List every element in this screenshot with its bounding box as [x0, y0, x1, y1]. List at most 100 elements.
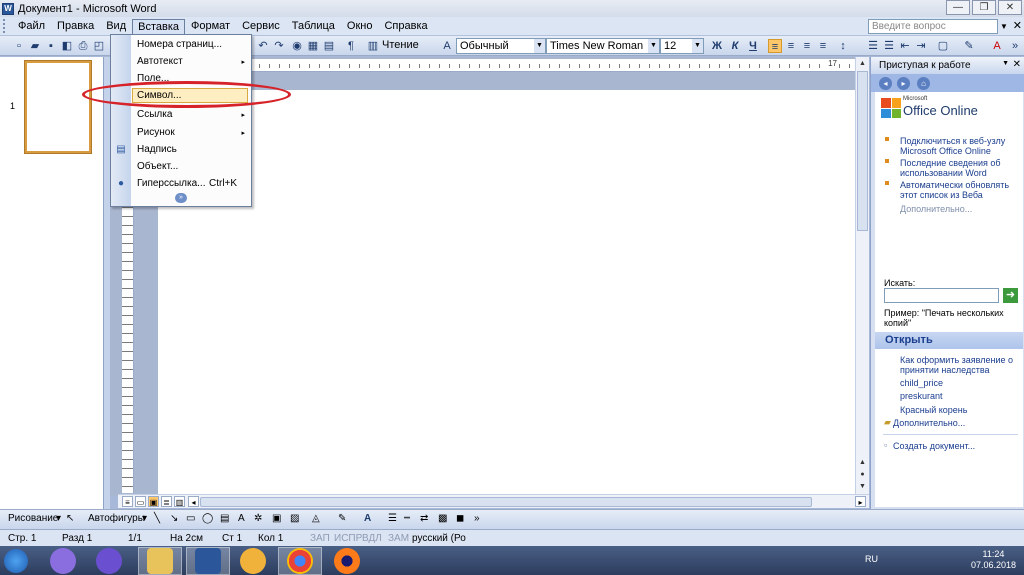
chrome-icon[interactable] [287, 548, 313, 574]
bold-button[interactable]: Ж [710, 39, 724, 53]
menu-help[interactable]: Справка [378, 18, 433, 34]
task-pane-close-icon[interactable]: ✕ [1013, 59, 1021, 70]
drawing-menu-button[interactable]: Рисование [8, 513, 58, 524]
textbox-icon[interactable]: ▤ [220, 513, 229, 524]
close-window-button[interactable]: ✕ [998, 0, 1022, 15]
line-color-icon[interactable]: ✎ [338, 513, 346, 524]
align-left-icon[interactable]: ≡ [768, 39, 782, 53]
menu-item-object[interactable]: Объект... [137, 161, 178, 172]
recent-file-item[interactable]: Красный корень [900, 405, 1015, 415]
reading-button[interactable]: Чтение [382, 39, 419, 51]
highlight-icon[interactable]: ✎ [962, 39, 976, 53]
print-layout-icon[interactable]: ▣ [148, 496, 159, 507]
print-icon[interactable]: ⎙ [76, 39, 90, 53]
numbering-icon[interactable]: ☰ [866, 39, 880, 53]
task-pane-dropdown-icon[interactable]: ▼ [1002, 60, 1009, 67]
status-overtype[interactable]: ЗАМ [388, 533, 409, 544]
menu-tools[interactable]: Сервис [236, 18, 286, 34]
scroll-right-icon[interactable]: ▸ [855, 496, 866, 507]
previous-page-icon[interactable]: ▲ [857, 457, 868, 469]
scroll-up-icon[interactable]: ▲ [857, 58, 868, 70]
line-spacing-icon[interactable]: ↕ [836, 39, 850, 53]
horizontal-scrollbar[interactable]: ≡ ▭ ▣ ≣ ▥ ◂ ▸ [118, 494, 869, 508]
outline-view-icon[interactable]: ≣ [161, 496, 172, 507]
normal-view-icon[interactable]: ≡ [122, 496, 133, 507]
home-icon[interactable]: ⌂ [917, 77, 930, 90]
open-folder-icon[interactable]: ▰ [28, 39, 42, 53]
recent-file-item[interactable]: Как оформить заявление о принятии наслед… [900, 355, 1015, 375]
arrow-style-icon[interactable]: ⇄ [420, 513, 428, 524]
menu-item-textbox[interactable]: Надпись [137, 144, 177, 155]
next-page-icon[interactable]: ▼ [857, 481, 868, 493]
menu-view[interactable]: Вид [100, 18, 132, 34]
restore-button[interactable]: ❐ [972, 0, 996, 15]
oval-icon[interactable]: ◯ [202, 513, 213, 524]
increase-indent-icon[interactable]: ⇥ [914, 39, 928, 53]
menu-format[interactable]: Формат [185, 18, 236, 34]
dash-style-icon[interactable]: ┅ [404, 513, 410, 524]
link-latest-news[interactable]: Последние сведения об использовании Word [885, 158, 1015, 178]
rectangle-icon[interactable]: ▭ [186, 513, 195, 524]
reading-mode-icon[interactable]: ▥ [366, 39, 380, 53]
menu-file[interactable]: Файл [12, 18, 51, 34]
undo-icon[interactable]: ↶ [256, 39, 270, 53]
align-right-icon[interactable]: ≡ [800, 39, 814, 53]
word-taskbar-icon[interactable] [195, 548, 221, 574]
voice-assistant-icon[interactable] [96, 548, 122, 574]
font-color-icon[interactable]: A [990, 39, 1004, 53]
menu-table[interactable]: Таблица [286, 18, 341, 34]
status-track[interactable]: ИСПР [334, 533, 362, 544]
close-document-button[interactable]: ✕ [1013, 19, 1022, 32]
alice-app-icon[interactable] [50, 548, 76, 574]
autoshapes-dropdown-icon[interactable]: ▾ [142, 513, 147, 524]
scroll-left-icon[interactable]: ◂ [188, 496, 199, 507]
redo-icon[interactable]: ↷ [272, 39, 286, 53]
drawbar-options-icon[interactable]: » [474, 513, 480, 524]
show-formatting-icon[interactable]: ¶ [344, 39, 358, 53]
save-icon[interactable]: ▪ [44, 39, 58, 53]
start-button[interactable] [4, 549, 28, 573]
align-center-icon[interactable]: ≡ [784, 39, 798, 53]
fill-color-icon[interactable]: ◬ [312, 513, 320, 524]
font-size-combo[interactable]: 12 ▼ [660, 38, 704, 54]
arrow-icon[interactable]: ↘ [170, 513, 178, 524]
browse-object-icon[interactable]: ● [857, 469, 868, 481]
expand-menu-icon[interactable]: » [175, 193, 187, 203]
status-record[interactable]: ЗАП [310, 533, 330, 544]
preview-icon[interactable]: ◰ [92, 39, 106, 53]
diagram-icon[interactable]: ✲ [254, 513, 262, 524]
new-document-icon[interactable]: ▫ [12, 39, 26, 53]
menu-item-picture[interactable]: Рисунок [137, 127, 175, 138]
status-extend[interactable]: ВДЛ [362, 533, 382, 544]
menu-insert[interactable]: Вставка [132, 18, 186, 34]
borders-icon[interactable]: ▢ [936, 39, 950, 53]
reading-view-icon[interactable]: ▥ [174, 496, 185, 507]
line-icon[interactable]: ╲ [154, 513, 160, 524]
search-go-icon[interactable]: ➜ [1003, 288, 1018, 303]
menu-item-page-numbers[interactable]: Номера страниц... [137, 39, 222, 50]
link-auto-update[interactable]: Автоматически обновлять этот список из В… [885, 180, 1015, 200]
decrease-indent-icon[interactable]: ⇤ [898, 39, 912, 53]
toolbar-options-icon[interactable]: » [1008, 39, 1022, 53]
autoshapes-button[interactable]: Автофигуры [88, 513, 145, 524]
vertical-scroll-thumb[interactable] [857, 71, 868, 231]
menubar-grip[interactable] [3, 19, 9, 33]
recent-file-item[interactable]: child_price [900, 378, 1015, 388]
tables-borders-icon[interactable]: ▦ [306, 39, 320, 53]
font-dropdown-icon[interactable]: ▼ [648, 39, 659, 53]
word-app-icon[interactable]: W [2, 2, 14, 15]
more-link[interactable]: Дополнительно... [900, 204, 972, 214]
picture-icon[interactable]: ▨ [290, 513, 299, 524]
page-thumbnail[interactable] [24, 60, 92, 154]
menu-edit[interactable]: Правка [51, 18, 100, 34]
system-clock[interactable]: 11:24 07.06.2018 [971, 549, 1016, 571]
keyboard-language[interactable]: RU [865, 554, 878, 564]
menu-item-autotext[interactable]: Автотекст [137, 56, 183, 67]
clipart-icon[interactable]: ▣ [272, 513, 281, 524]
link-connect-office-online[interactable]: Подключиться к веб-узлу Microsoft Office… [885, 136, 1015, 156]
ask-question-input[interactable]: Введите вопрос [868, 19, 998, 34]
minimize-button[interactable]: — [946, 0, 970, 15]
back-icon[interactable]: ◂ [879, 77, 892, 90]
bullets-icon[interactable]: ☰ [882, 39, 896, 53]
menu-item-hyperlink[interactable]: Гиперссылка... [137, 178, 206, 189]
